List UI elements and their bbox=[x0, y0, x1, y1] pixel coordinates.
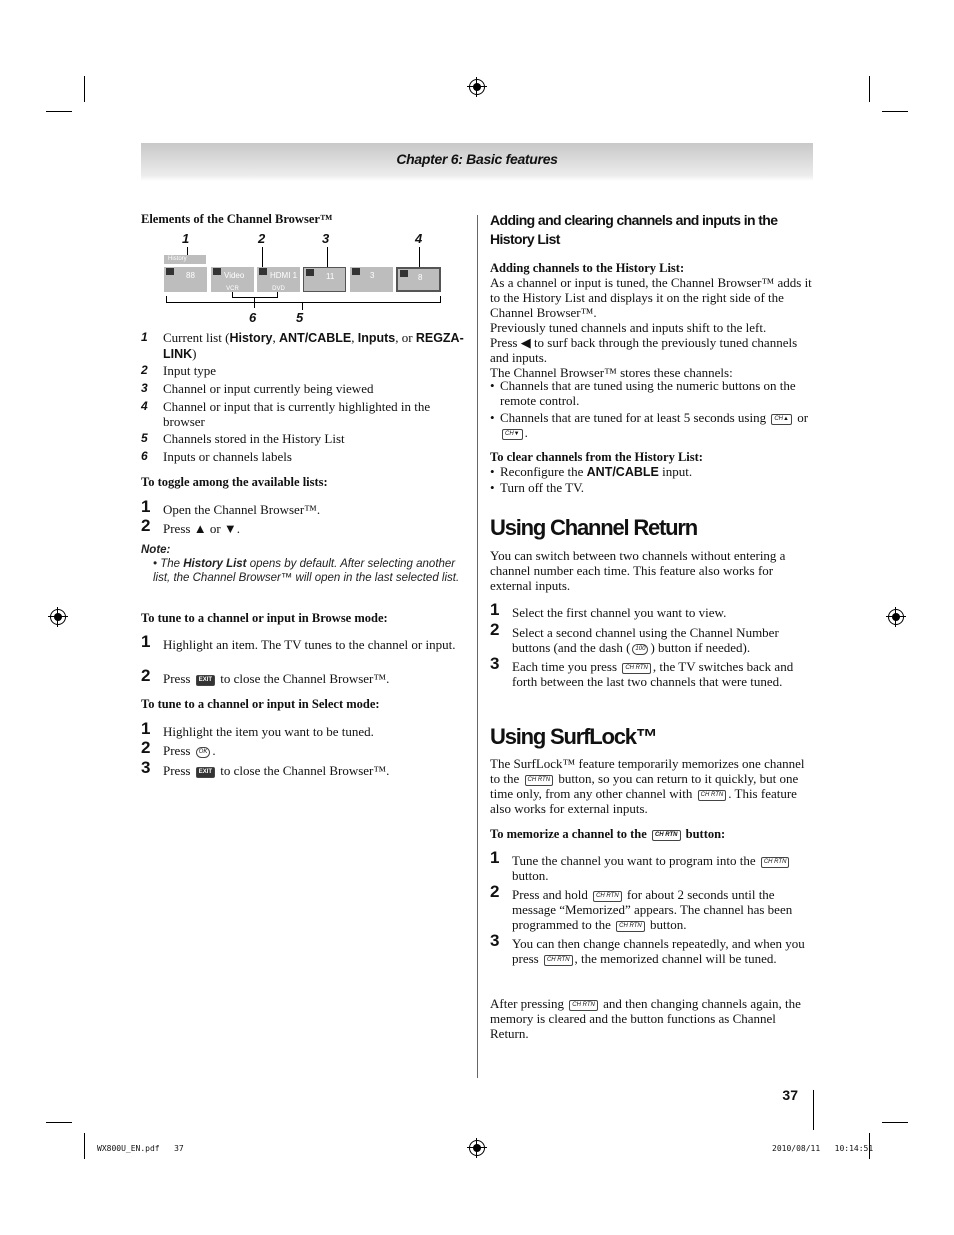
channel-up-icon: CH▲ bbox=[771, 413, 792, 425]
select-heading: To tune to a channel or input in Select … bbox=[141, 697, 380, 711]
toggle-heading: To toggle among the available lists: bbox=[141, 475, 328, 489]
antenna-icon bbox=[166, 268, 174, 275]
ok-button-icon: OK bbox=[195, 746, 211, 758]
ch-rtn-button-icon: CH RTN bbox=[616, 920, 645, 932]
tile-video: Video VCR bbox=[211, 267, 254, 292]
channel-down-icon: CH▼ bbox=[502, 428, 523, 440]
mem-step-3: 3 You can then change channels repeatedly… bbox=[490, 931, 805, 966]
memorize-heading: To memorize a channel to the CH RTN butt… bbox=[490, 827, 726, 841]
note-label: Note: bbox=[141, 544, 171, 556]
crop-mark bbox=[46, 111, 72, 112]
surflock-title: Using SurfLock™ bbox=[490, 724, 658, 749]
legend-item: 1 Current list (History, ANT/CABLE, Input… bbox=[141, 330, 464, 361]
tile-11-current: 11 bbox=[303, 267, 346, 292]
history-heading: Adding and clearing channels and inputs … bbox=[490, 212, 778, 247]
antenna-icon bbox=[352, 268, 360, 275]
bullet-item: Reconfigure the ANT/CABLE input. bbox=[490, 464, 824, 480]
channel-return-title: Using Channel Return bbox=[490, 515, 698, 540]
callout-6: 6 bbox=[249, 310, 257, 325]
select-step-2: 2 Press OK. bbox=[141, 738, 216, 758]
footer-timestamp: 2010/08/11 10:14:51 bbox=[772, 1144, 874, 1153]
legend-item: 3 Channel or input currently being viewed bbox=[141, 381, 374, 396]
registration-mark-icon bbox=[48, 607, 68, 627]
crop-mark bbox=[882, 111, 908, 112]
current-list-label: History bbox=[164, 255, 206, 264]
tile-hdmi1: HDMI 1 DVD bbox=[257, 267, 300, 292]
ch-rtn-button-icon: CH RTN bbox=[651, 829, 681, 841]
toggle-step-1: 1 Open the Channel Browser™. bbox=[141, 497, 321, 517]
ch-rtn-button-icon: CH RTN bbox=[593, 890, 622, 902]
elements-heading: Elements of the Channel Browser™ bbox=[141, 212, 333, 226]
ch-rtn-button-icon: CH RTN bbox=[569, 999, 598, 1011]
browse-step-1: 1 Highlight an item. The TV tunes to the … bbox=[141, 632, 456, 652]
surflock-text: The SurfLock™ feature temporarily memori… bbox=[490, 756, 805, 816]
dash-100-button-icon: 100 bbox=[632, 643, 649, 655]
legend-item: 6 Inputs or channels labels bbox=[141, 449, 292, 464]
page-number: 37 bbox=[782, 1087, 798, 1103]
legend-item: 4 Channel or input that is currently high… bbox=[141, 399, 431, 429]
chapter-title: Chapter 6: Basic features bbox=[396, 151, 558, 167]
cr-step-1: 1 Select the first channel you want to vi… bbox=[490, 600, 727, 620]
callout-5: 5 bbox=[296, 310, 304, 325]
ch-rtn-button-icon: CH RTN bbox=[524, 774, 554, 786]
browse-step-2: 2 Press EXIT to close the Channel Browser… bbox=[141, 666, 390, 686]
ch-rtn-button-icon: CH RTN bbox=[622, 662, 651, 674]
page-number-rule bbox=[813, 1090, 814, 1130]
exit-button-icon: EXIT bbox=[195, 766, 216, 778]
crop-mark bbox=[84, 1133, 85, 1159]
select-step-3: 3 Press EXIT to close the Channel Browser… bbox=[141, 758, 390, 778]
ch-rtn-button-icon: CH RTN bbox=[543, 954, 573, 966]
hdmi-input-icon bbox=[259, 268, 267, 275]
toggle-step-2: 2 Press ▲ or ▼. bbox=[141, 516, 241, 536]
crop-mark bbox=[869, 76, 870, 102]
legend-item: 5 Channels stored in the History List bbox=[141, 431, 345, 446]
ch-rtn-button-icon: CH RTN bbox=[697, 789, 727, 801]
mem-step-2: 2 Press and hold CH RTN for about 2 secon… bbox=[490, 882, 793, 932]
select-step-1: 1 Highlight the item you want to be tuned… bbox=[141, 719, 374, 739]
registration-mark-icon bbox=[467, 1138, 487, 1158]
tile-88: 88 bbox=[164, 267, 207, 292]
bullet-item: Turn off the TV. bbox=[490, 480, 824, 495]
registration-mark-icon bbox=[886, 607, 906, 627]
antenna-icon bbox=[400, 270, 408, 277]
cr-step-2: 2 Select a second channel using the Chann… bbox=[490, 620, 779, 655]
cr-step-3: 3 Each time you press CH RTN, the TV swit… bbox=[490, 654, 794, 689]
manual-page: Chapter 6: Basic features Elements of th… bbox=[0, 0, 954, 1235]
browse-heading: To tune to a channel or input in Browse … bbox=[141, 611, 388, 625]
callout-3: 3 bbox=[322, 231, 330, 246]
callout-1: 1 bbox=[182, 231, 190, 246]
adding-text: As a channel or input is tuned, the Chan… bbox=[490, 275, 812, 380]
clear-heading: To clear channels from the History List: bbox=[490, 450, 703, 464]
bullet-item: Channels that are tuned using the numeri… bbox=[490, 378, 814, 408]
legend-item: 2 Input type bbox=[141, 363, 217, 378]
callout-2: 2 bbox=[258, 231, 266, 246]
adding-heading: Adding channels to the History List: bbox=[490, 261, 685, 275]
mem-step-1: 1 Tune the channel you want to program in… bbox=[490, 849, 814, 883]
video-input-icon bbox=[213, 268, 221, 275]
crop-mark bbox=[882, 1122, 908, 1123]
tile-8-highlighted: 8 bbox=[396, 267, 441, 292]
tile-3: 3 bbox=[350, 267, 393, 292]
ch-rtn-button-icon: CH RTN bbox=[760, 856, 790, 868]
callout-4: 4 bbox=[415, 231, 423, 246]
registration-mark-icon bbox=[467, 77, 487, 97]
channel-return-text: You can switch between two channels with… bbox=[490, 548, 786, 593]
bullet-item: Channels that are tuned for at least 5 s… bbox=[490, 410, 814, 440]
antenna-icon bbox=[306, 269, 314, 276]
footer-file: WX800U_EN.pdf 37 bbox=[97, 1144, 184, 1153]
note-text: • The History List opens by default. Aft… bbox=[153, 558, 460, 584]
exit-button-icon: EXIT bbox=[195, 674, 216, 686]
after-pressing-text: After pressing CH RTN and then changing … bbox=[490, 996, 801, 1041]
crop-mark bbox=[84, 76, 85, 102]
crop-mark bbox=[46, 1122, 72, 1123]
